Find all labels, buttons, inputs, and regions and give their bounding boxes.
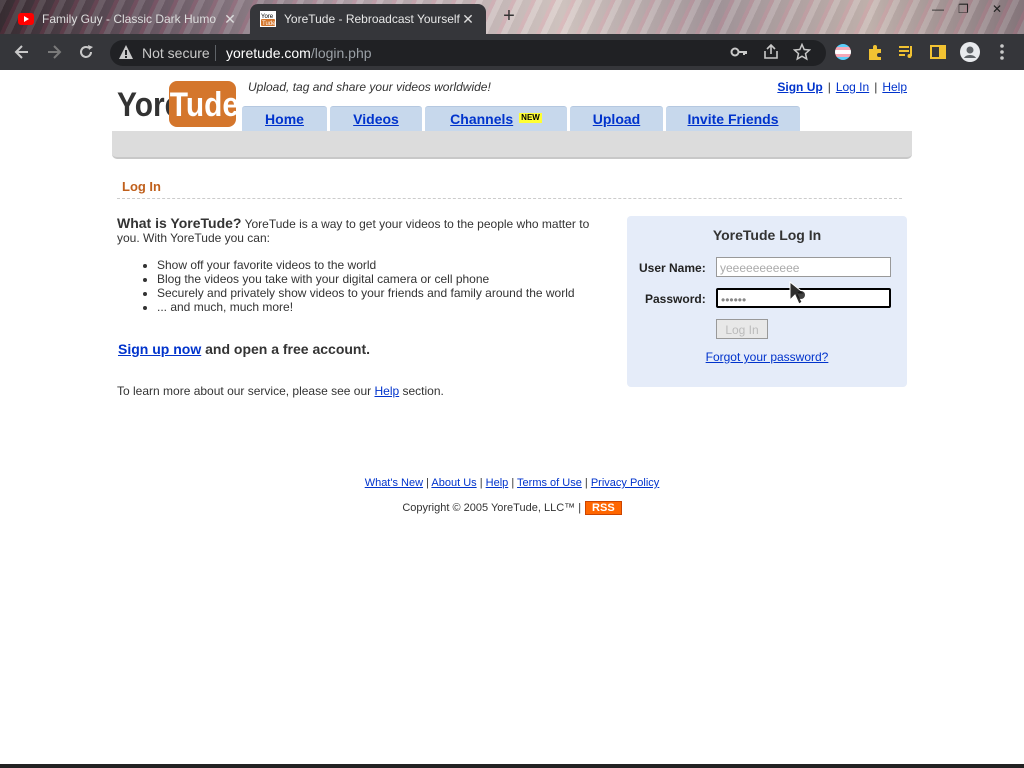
media-icon[interactable] (897, 43, 915, 61)
separator: | (827, 80, 831, 94)
top-links: Sign Up | Log In | Help (777, 80, 907, 94)
youtube-favicon (18, 13, 34, 25)
profile-icon[interactable] (960, 42, 980, 62)
tab-upload[interactable]: Upload (570, 106, 663, 131)
footer-links: What's New | About Us | Help | Terms of … (364, 477, 660, 489)
menu-dots-icon[interactable] (994, 43, 1010, 61)
tab-channels[interactable]: Channels NEW (425, 106, 567, 131)
list-item: Blog the videos you take with your digit… (157, 272, 575, 286)
tab-invite-friends-label[interactable]: Invite Friends (687, 111, 778, 127)
url-host: yoretude.com (226, 45, 311, 61)
tab-title: YoreTude - Rebroadcast Yourself. (284, 12, 460, 26)
forgot-password: Forgot your password? (627, 350, 907, 364)
security-label[interactable]: Not secure (142, 45, 210, 61)
tab-videos-label[interactable]: Videos (353, 111, 399, 127)
tab-upload-label[interactable]: Upload (593, 111, 640, 127)
forgot-password-link[interactable]: Forgot your password? (706, 350, 829, 364)
url-path: /login.php (310, 45, 372, 61)
sign-up-link[interactable]: Sign Up (777, 80, 822, 94)
svg-text:Tude: Tude (262, 21, 276, 27)
logo-text-right: Tude (170, 85, 237, 123)
address-bar[interactable] (110, 40, 826, 66)
signup-callout: Sign up now and open a free account. (118, 341, 370, 357)
list-item: Securely and privately show videos to yo… (157, 286, 575, 300)
tab-channels-label[interactable]: Channels (450, 111, 513, 127)
list-item: Show off your favorite videos to the wor… (157, 258, 575, 272)
window-close-icon[interactable]: ✕ (992, 2, 1002, 16)
sign-up-now-link[interactable]: Sign up now (118, 341, 201, 357)
terms-of-use-link[interactable]: Terms of Use (517, 477, 582, 489)
copyright: Copyright © 2005 YoreTude, LLC™ | RSS (0, 501, 1024, 515)
page-title: Log In (122, 179, 161, 194)
star-icon[interactable] (793, 43, 811, 61)
tagline: Upload, tag and share your videos worldw… (248, 80, 491, 94)
address-divider (215, 45, 216, 61)
feature-list: Show off your favorite videos to the wor… (157, 258, 575, 314)
sidebar-icon[interactable] (929, 43, 947, 61)
key-icon[interactable] (730, 43, 748, 61)
about-us-link[interactable]: About Us (431, 477, 476, 489)
intro-text: What is YoreTude? YoreTude is a way to g… (117, 216, 607, 245)
yoretude-favicon: YoreTude (260, 11, 276, 27)
learn-suffix: section. (399, 384, 444, 398)
new-tab-button[interactable]: + (498, 6, 520, 28)
tab-invite-friends[interactable]: Invite Friends (666, 106, 800, 131)
url-text[interactable]: yoretude.com/login.php (226, 45, 372, 61)
minimize-icon[interactable]: — (932, 2, 944, 16)
footer-help-link[interactable]: Help (486, 477, 509, 489)
rss-button[interactable]: RSS (585, 501, 622, 515)
puzzle-icon[interactable] (866, 43, 884, 61)
tab-title: Family Guy - Classic Dark Humo (42, 12, 217, 26)
login-title: YoreTude Log In (712, 227, 822, 243)
signup-rest: and open a free account. (201, 341, 371, 357)
separator: | (874, 80, 878, 94)
flag-icon[interactable] (834, 43, 852, 61)
new-badge: NEW (519, 113, 542, 123)
copyright-text: Copyright © 2005 YoreTude, LLC™ | (402, 501, 582, 514)
login-button[interactable]: Log In (716, 319, 768, 339)
password-label: Password: (645, 292, 706, 306)
warning-icon[interactable] (118, 44, 134, 60)
close-tab-icon[interactable]: ✕ (460, 11, 476, 28)
bottom-edge (0, 764, 1024, 768)
divider (117, 198, 902, 199)
list-item: ... and much, much more! (157, 300, 575, 314)
cursor-icon (789, 280, 807, 305)
intro-heading: What is YoreTude? (117, 215, 242, 231)
tab-home[interactable]: Home (242, 106, 327, 131)
whats-new-link[interactable]: What's New (365, 477, 423, 489)
tab-videos[interactable]: Videos (330, 106, 422, 131)
learn-more-text: To learn more about our service, please … (117, 384, 444, 398)
help-link[interactable]: Help (882, 80, 907, 94)
nav-subbar (112, 131, 912, 159)
username-label: User Name: (639, 261, 706, 275)
log-in-link[interactable]: Log In (836, 80, 869, 94)
restore-icon[interactable]: ❐ (958, 2, 969, 16)
username-field[interactable]: yeeeeeeeeeee (716, 257, 891, 277)
share-icon[interactable] (762, 43, 780, 61)
help-section-link[interactable]: Help (374, 384, 399, 398)
tab-home-label[interactable]: Home (265, 111, 304, 127)
tab-inactive[interactable]: Family Guy - Classic Dark Humo ✕ (8, 4, 248, 34)
learn-prefix: To learn more about our service, please … (117, 384, 375, 398)
close-tab-icon[interactable]: ✕ (222, 11, 238, 28)
tab-active[interactable]: Yore Tude YoreTude - Rebroadcast Yourself… (250, 4, 486, 34)
back-arrow-icon[interactable] (12, 42, 32, 62)
reload-icon[interactable] (76, 42, 96, 62)
forward-arrow-icon[interactable] (44, 42, 64, 62)
privacy-policy-link[interactable]: Privacy Policy (591, 477, 659, 489)
yoretude-logo[interactable]: Yore Tude (117, 78, 237, 128)
